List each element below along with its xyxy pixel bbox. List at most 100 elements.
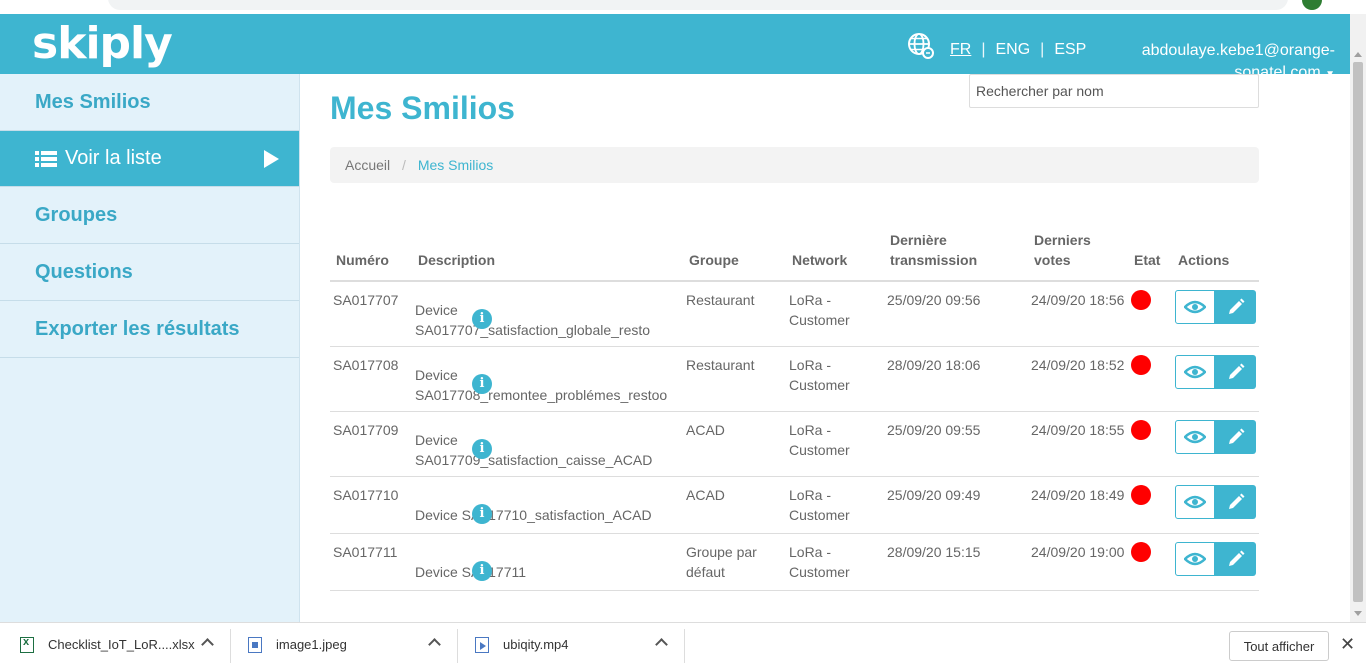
- view-button[interactable]: [1175, 290, 1215, 324]
- list-icon: [35, 150, 57, 167]
- lang-esp[interactable]: ESP: [1054, 41, 1086, 59]
- user-menu[interactable]: abdoulaye.kebe1@orange-sonatel.com ▼: [1100, 40, 1335, 76]
- sidebar-item-exporter[interactable]: Exporter les résultats: [0, 301, 299, 358]
- cell-derniers-votes: 24/09/20 18:55: [1028, 411, 1128, 477]
- description-text: Device SA017708_remontee_problémes_resto…: [415, 367, 668, 403]
- cell-numero: SA017707: [330, 281, 412, 347]
- show-all-downloads-button[interactable]: Tout afficher: [1229, 631, 1329, 661]
- status-dot: [1131, 485, 1151, 505]
- table-row: SA017710 i Device SA017710_satisfaction_…: [330, 476, 1259, 534]
- cell-numero: SA017708: [330, 346, 412, 412]
- lang-fr[interactable]: FR: [950, 41, 971, 59]
- address-bar[interactable]: [108, 0, 1288, 10]
- divider: [457, 629, 458, 663]
- sidebar-item-questions[interactable]: Questions: [0, 244, 299, 301]
- info-icon[interactable]: i: [472, 374, 492, 394]
- close-icon[interactable]: ✕: [1340, 634, 1355, 655]
- eye-icon: [1184, 365, 1206, 379]
- table-row: SA017707 i Device SA017707_satisfaction_…: [330, 281, 1259, 347]
- col-network: Network: [786, 226, 884, 282]
- eye-icon: [1184, 552, 1206, 566]
- download-item[interactable]: ubiqity.mp4: [475, 623, 675, 665]
- pencil-icon: [1228, 428, 1244, 444]
- search-input[interactable]: [969, 74, 1259, 108]
- chevron-up-icon[interactable]: [655, 638, 668, 651]
- pencil-icon: [1228, 550, 1244, 566]
- page-scrollbar[interactable]: [1350, 14, 1366, 622]
- edit-button[interactable]: [1215, 290, 1256, 324]
- cell-derniers-votes: 24/09/20 18:56: [1028, 281, 1128, 347]
- info-icon[interactable]: i: [472, 561, 492, 581]
- divider: [684, 629, 685, 663]
- cell-groupe[interactable]: Restaurant: [683, 346, 786, 412]
- cell-actions: [1172, 476, 1259, 534]
- download-item[interactable]: Checklist_IoT_LoR....xlsx: [20, 623, 220, 665]
- sidebar-item-groupes[interactable]: Groupes: [0, 187, 299, 244]
- cell-numero: SA017710: [330, 476, 412, 534]
- table-header-row: Numéro Description Groupe Network Derniè…: [330, 226, 1259, 282]
- scroll-up-arrow-icon[interactable]: [1354, 52, 1362, 57]
- col-derniere-transmission: Dernière transmission: [884, 226, 1028, 282]
- info-icon[interactable]: i: [472, 309, 492, 329]
- profile-avatar[interactable]: [1302, 0, 1322, 10]
- cell-network: LoRa - Customer: [786, 281, 884, 347]
- cell-derniere-transmission: 28/09/20 18:06: [884, 346, 1028, 412]
- cell-groupe[interactable]: Groupe par défaut: [683, 533, 786, 591]
- cell-etat: [1128, 411, 1172, 477]
- cell-groupe[interactable]: ACAD: [683, 411, 786, 477]
- table-row: SA017708 i Device SA017708_remontee_prob…: [330, 346, 1259, 412]
- cell-actions: [1172, 533, 1259, 591]
- excel-file-icon: [20, 636, 34, 653]
- chevron-up-icon[interactable]: [428, 638, 441, 651]
- breadcrumb-separator: /: [402, 157, 406, 173]
- video-file-icon: [475, 636, 489, 653]
- browser-toolbar-edge: [0, 0, 1366, 14]
- sidebar-item-label: Exporter les résultats: [35, 317, 240, 340]
- description-text: Device SA017711: [415, 564, 527, 580]
- edit-button[interactable]: [1215, 485, 1256, 519]
- view-button[interactable]: [1175, 485, 1215, 519]
- scroll-down-arrow-icon[interactable]: [1354, 611, 1362, 616]
- info-icon[interactable]: i: [472, 439, 492, 459]
- status-dot: [1131, 290, 1151, 310]
- user-email: abdoulaye.kebe1@orange-sonatel.com: [1141, 42, 1335, 76]
- cell-derniers-votes: 24/09/20 18:52: [1028, 346, 1128, 412]
- eye-icon: [1184, 430, 1206, 444]
- scrollbar-thumb[interactable]: [1353, 62, 1363, 602]
- info-icon[interactable]: i: [472, 504, 492, 524]
- cell-network: LoRa - Customer: [786, 346, 884, 412]
- image-file-icon: [248, 636, 262, 653]
- edit-button[interactable]: [1215, 542, 1256, 576]
- caret-down-icon: ▼: [1325, 69, 1335, 76]
- download-item[interactable]: image1.jpeg: [248, 623, 448, 665]
- cell-etat: [1128, 281, 1172, 347]
- breadcrumb-home[interactable]: Accueil: [345, 157, 390, 173]
- cell-etat: [1128, 533, 1172, 591]
- cell-groupe[interactable]: ACAD: [683, 476, 786, 534]
- cell-description: i Device SA017708_remontee_problémes_res…: [412, 346, 683, 412]
- description-text: Device SA017707_satisfaction_globale_res…: [415, 302, 651, 338]
- edit-button[interactable]: [1215, 355, 1256, 389]
- view-button[interactable]: [1175, 420, 1215, 454]
- col-actions: Actions: [1172, 226, 1259, 282]
- play-arrow-icon: [264, 149, 279, 168]
- lang-separator: |: [1040, 41, 1045, 58]
- cell-etat: [1128, 346, 1172, 412]
- sidebar-item-label: Questions: [35, 260, 133, 283]
- view-button[interactable]: [1175, 355, 1215, 389]
- lang-eng[interactable]: ENG: [995, 41, 1030, 59]
- sidebar-item-voir-la-liste[interactable]: Voir la liste: [0, 131, 299, 187]
- breadcrumb: Accueil / Mes Smilios: [330, 147, 1259, 183]
- skiply-logo[interactable]: skiply: [32, 18, 173, 69]
- cell-groupe[interactable]: Restaurant: [683, 281, 786, 347]
- cell-actions: [1172, 346, 1259, 412]
- sidebar-item-mes-smilios[interactable]: Mes Smilios: [0, 74, 299, 131]
- chevron-up-icon[interactable]: [201, 638, 214, 651]
- edit-button[interactable]: [1215, 420, 1256, 454]
- status-dot: [1131, 420, 1151, 440]
- cell-actions: [1172, 411, 1259, 477]
- col-derniers-votes: Derniers votes: [1028, 226, 1128, 282]
- view-button[interactable]: [1175, 542, 1215, 576]
- smilios-table: Numéro Description Groupe Network Derniè…: [330, 226, 1259, 591]
- download-bar: Checklist_IoT_LoR....xlsx image1.jpeg ub…: [0, 622, 1366, 665]
